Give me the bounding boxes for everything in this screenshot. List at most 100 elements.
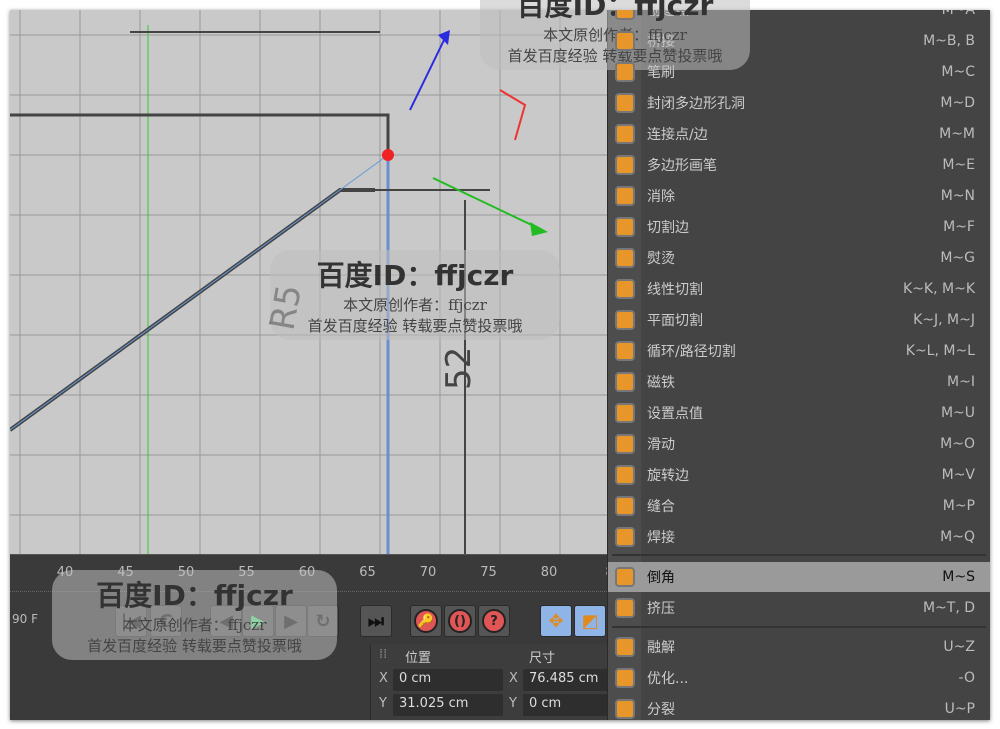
- tool-icon: [608, 310, 641, 330]
- menu-item[interactable]: 循环/路径切割 K~L, M~L: [608, 336, 990, 366]
- menu-item-label: 封闭多边形孔洞: [647, 96, 745, 112]
- timeline-tick: 80: [540, 565, 558, 580]
- menu-item[interactable]: 平面切割 K~J, M~J: [608, 305, 990, 335]
- menu-item[interactable]: 连接点/边 M~M: [608, 119, 990, 149]
- menu-item-shortcut: M~D: [940, 95, 975, 111]
- tool-icon: [608, 31, 641, 51]
- menu-item[interactable]: 缝合 M~P: [608, 491, 990, 521]
- menu-item-shortcut: M~S: [942, 569, 975, 585]
- size-x-input[interactable]: 76.485 cm: [523, 669, 613, 691]
- menu-item[interactable]: 旋转边 M~V: [608, 460, 990, 490]
- menu-item-shortcut: M~N: [940, 188, 975, 204]
- menu-item[interactable]: 优化... -O: [608, 663, 990, 693]
- menu-item-shortcut: M~V: [941, 467, 975, 483]
- auto-key-button[interactable]: (): [444, 605, 476, 637]
- key-icon: 🔑: [414, 609, 438, 633]
- menu-item-shortcut: M~I: [947, 374, 975, 390]
- scale-tool-button[interactable]: ◩: [574, 605, 606, 637]
- timeline-tick: 65: [359, 565, 376, 580]
- position-header: 位置: [405, 651, 432, 666]
- tool-icon: [608, 403, 641, 423]
- tool-icon: [608, 699, 641, 719]
- position-x-input[interactable]: 0 cm: [393, 669, 503, 691]
- dimension-label-52: 52: [439, 347, 479, 390]
- menu-item[interactable]: 多边形画笔 M~E: [608, 150, 990, 180]
- tool-icon: [608, 124, 641, 144]
- record-key-button[interactable]: 🔑: [410, 605, 442, 637]
- menu-item-label: 切割边: [647, 220, 689, 236]
- menu-item[interactable]: 滑动 M~O: [608, 429, 990, 459]
- size-y-input[interactable]: 0 cm: [523, 694, 613, 716]
- menu-item-shortcut: K~L, M~L: [905, 343, 975, 359]
- menu-item-label: 平面切割: [647, 313, 703, 329]
- selected-point: [382, 149, 394, 161]
- menu-item-label: 优化...: [647, 671, 689, 687]
- menu-item-label: 循环/路径切割: [647, 344, 736, 360]
- pos-x-label: X: [379, 671, 388, 686]
- tool-icon: [608, 248, 641, 268]
- tool-icon: [608, 93, 641, 113]
- question-icon: ?: [482, 609, 506, 633]
- tool-icon: [608, 279, 641, 299]
- position-y-input[interactable]: 31.025 cm: [393, 694, 503, 716]
- menu-item[interactable]: 线性切割 K~K, M~K: [608, 274, 990, 304]
- tool-icon: [608, 465, 641, 485]
- size-x-label: X: [509, 671, 518, 686]
- menu-item[interactable]: 消除 M~N: [608, 181, 990, 211]
- tool-icon: [608, 372, 641, 392]
- move-tool-button[interactable]: ✥: [540, 605, 572, 637]
- menu-item-label: 挤压: [647, 601, 675, 617]
- fps-field[interactable]: 90 F: [12, 612, 38, 626]
- menu-item[interactable]: 封闭多边形孔洞 M~D: [608, 88, 990, 118]
- menu-item-label: 旋转边: [647, 468, 689, 484]
- menu-item[interactable]: 倒角 M~S: [608, 562, 990, 592]
- menu-item-shortcut: M~T, D: [922, 600, 975, 616]
- menu-item-shortcut: M~G: [940, 250, 975, 266]
- grip-icon: ⁞⁞: [379, 647, 388, 662]
- go-to-end-button[interactable]: ⏭: [360, 605, 392, 637]
- menu-item-label: 多边形画笔: [647, 158, 717, 174]
- menu-item[interactable]: 挤压 M~T, D: [608, 593, 990, 623]
- menu-item-shortcut: K~K, M~K: [903, 281, 975, 297]
- timeline-tick: 75: [480, 565, 497, 580]
- timeline-tick: 70: [419, 565, 437, 580]
- x-arrow-head: [530, 222, 548, 236]
- menu-item-label: 焊接: [647, 530, 675, 546]
- mesh-tools-menu: 创建点M~A桥接M~B, B笔刷M~C封闭多边形孔洞M~D连接点/边M~M多边形…: [607, 10, 990, 720]
- menu-item-shortcut: K~J, M~J: [913, 312, 975, 328]
- tool-icon: [608, 637, 641, 657]
- coordinates-panel: ⁞⁞ 位置 尺寸 X 0 cm X 76.485 cm Y 31.025 cm …: [370, 644, 613, 720]
- menu-item-label: 缝合: [647, 499, 675, 515]
- tool-icon: [608, 341, 641, 361]
- menu-item-label: 熨烫: [647, 251, 675, 267]
- menu-item-shortcut: -O: [958, 670, 975, 686]
- menu-item-shortcut: M~A: [941, 10, 975, 18]
- menu-item[interactable]: 焊接 M~Q: [608, 522, 990, 552]
- y-handle-arrow: [499, 89, 527, 141]
- menu-item[interactable]: 融解 U~Z: [608, 632, 990, 662]
- menu-item[interactable]: 设置点值 M~U: [608, 398, 990, 428]
- menu-item[interactable]: 切割边 M~F: [608, 212, 990, 242]
- tool-icon: [608, 527, 641, 547]
- menu-item-shortcut: M~Q: [940, 529, 975, 545]
- menu-item-label: 消除: [647, 189, 675, 205]
- tool-icon: [608, 434, 641, 454]
- menu-item-label: 磁铁: [647, 375, 675, 391]
- menu-item[interactable]: 分裂 U~P: [608, 694, 990, 720]
- menu-item-label: 设置点值: [647, 406, 703, 422]
- menu-item[interactable]: 磁铁 M~I: [608, 367, 990, 397]
- tool-icon: [608, 567, 641, 587]
- menu-item-shortcut: M~M: [939, 126, 975, 142]
- keyframe-selection-button[interactable]: ?: [478, 605, 510, 637]
- auto-key-icon: (): [448, 609, 472, 633]
- watermark: 百度ID：ffjczr 本文原创作者：ffjczr 首发百度经验 转载要点赞投票…: [52, 570, 337, 660]
- menu-item-label: 滑动: [647, 437, 675, 453]
- watermark: 百度ID：ffjczr 本文原创作者：ffjczr 首发百度经验 转载要点赞投票…: [270, 250, 560, 340]
- tool-icon: [608, 668, 641, 688]
- menu-item-shortcut: M~P: [942, 498, 975, 514]
- menu-item-shortcut: U~Z: [943, 639, 975, 655]
- menu-item-label: 倒角: [647, 570, 675, 586]
- menu-item[interactable]: 熨烫 M~G: [608, 243, 990, 273]
- menu-item-label: 融解: [647, 640, 675, 656]
- tool-icon: [608, 217, 641, 237]
